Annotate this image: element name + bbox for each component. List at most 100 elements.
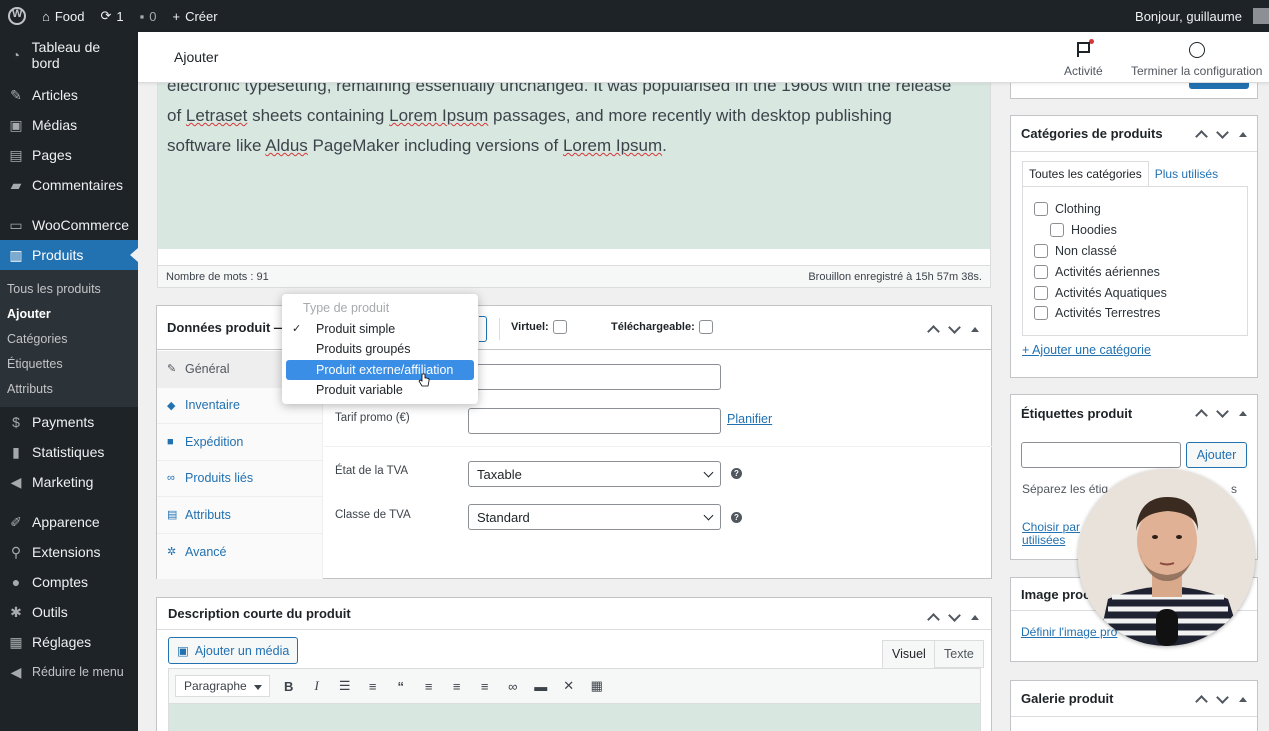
sidebar-item-appearance[interactable]: ✐ Apparence [0,507,138,537]
move-down-icon[interactable] [1216,690,1229,704]
user-account-link[interactable]: Bonjour, guillaume [1127,0,1269,32]
align-right-icon[interactable]: ≡ [476,679,494,694]
category-checkbox[interactable] [1034,306,1048,321]
move-down-icon[interactable] [1216,404,1229,418]
sidebar-item-products[interactable]: ▥ Produits [0,240,138,270]
category-item[interactable]: Non classé [1023,241,1247,262]
category-checkbox[interactable] [1034,264,1048,279]
collapse-toggle-icon[interactable] [1239,410,1247,416]
category-item[interactable]: Activités aériennes [1023,261,1247,282]
blockquote-icon[interactable]: “ [392,679,410,694]
sidebar-item-dashboard[interactable]: ◔ Tableau de bord [0,39,138,71]
help-icon[interactable]: ? [731,512,742,523]
move-down-icon[interactable] [948,608,961,622]
category-item[interactable]: Clothing [1023,199,1247,220]
schedule-link[interactable]: Planifier [727,412,772,426]
regular-price-input[interactable] [468,364,721,390]
category-checkbox[interactable] [1034,285,1048,300]
format-select[interactable]: Paragraphe [175,675,270,697]
toolbar-toggle-icon[interactable]: ▦ [588,678,606,694]
tab-linked-products[interactable]: ∞ Produits liés [157,461,322,497]
category-item[interactable]: Hoodies [1023,220,1247,241]
collapse-toggle-icon[interactable] [971,326,979,332]
updates-link[interactable]: ⟳ 1 [93,0,132,32]
comments-link[interactable]: ▪ 0 [132,0,165,32]
option-external-product[interactable]: Produit externe/affiliation [286,359,474,380]
option-grouped-product[interactable]: Produits groupés [282,339,478,360]
choose-most-used-link[interactable]: Choisir par utilisées [1022,521,1080,547]
sidebar-item-articles[interactable]: ✎ Articles [0,80,138,110]
italic-icon[interactable]: I [308,678,326,694]
collapse-toggle-icon[interactable] [971,614,979,620]
tab-all-categories[interactable]: Toutes les catégories [1022,161,1149,187]
add-tag-button[interactable]: Ajouter [1186,442,1247,468]
content-editor[interactable]: electronic typesetting, remaining essent… [157,83,991,249]
short-description-editor[interactable] [168,704,981,731]
tab-attributes[interactable]: ▤ Attributs [157,497,322,534]
sidebar-item-marketing[interactable]: ◀ Marketing [0,467,138,497]
category-item[interactable]: Activités Terrestres [1023,303,1247,324]
downloadable-checkbox[interactable] [698,320,713,334]
sidebar-item-media[interactable]: ▣ Médias [0,110,138,140]
tab-visual[interactable]: Visuel [882,640,936,668]
align-left-icon[interactable]: ≡ [420,679,438,694]
set-image-link[interactable]: Définir l'image pro [1021,625,1117,639]
submenu-add-product[interactable]: Ajouter [0,301,138,326]
add-media-button[interactable]: ▣ Ajouter un média [168,637,299,664]
sidebar-item-users[interactable]: ● Comptes [0,567,138,597]
submenu-categories[interactable]: Catégories [0,326,138,351]
sidebar-item-settings[interactable]: ▦ Réglages [0,627,138,657]
submenu-tags[interactable]: Étiquettes [0,351,138,376]
move-up-icon[interactable] [927,613,940,626]
wordpress-logo-button[interactable] [0,0,34,32]
sidebar-item-pages[interactable]: ▤ Pages [0,140,138,170]
tab-shipping[interactable]: ■ Expédition [157,424,322,461]
finish-setup-button[interactable]: Terminer la configuration [1131,40,1262,78]
collapse-menu-button[interactable]: ◀ Réduire le menu [0,657,138,687]
move-up-icon[interactable] [1195,130,1208,143]
sidebar-item-tools[interactable]: ✱ Outils [0,597,138,627]
fullscreen-icon[interactable]: ✕ [560,678,578,694]
publish-button[interactable] [1189,83,1249,89]
category-item[interactable]: Activités Aquatiques [1023,282,1247,303]
read-more-icon[interactable]: ▬ [532,679,550,694]
activity-button[interactable]: Activité [1064,39,1103,78]
tax-status-select[interactable]: Taxable [468,461,721,487]
option-variable-product[interactable]: Produit variable [282,380,478,401]
sale-price-input[interactable] [468,408,721,434]
sidebar-item-woocommerce[interactable]: ▭ WooCommerce [0,210,138,240]
numbered-list-icon[interactable]: ≡ [364,679,382,694]
product-type-select[interactable] [479,316,487,342]
virtual-checkbox-label[interactable]: Virtuel: [511,320,567,334]
move-up-icon[interactable] [1195,695,1208,708]
tag-input[interactable] [1021,442,1181,468]
virtual-checkbox[interactable] [552,320,567,334]
tab-text[interactable]: Texte [934,640,984,668]
site-name-link[interactable]: ⌂ Food [34,0,93,32]
tax-class-select[interactable]: Standard [468,504,721,530]
sidebar-item-statistics[interactable]: ▮ Statistiques [0,437,138,467]
tab-advanced[interactable]: ✲ Avancé [157,534,322,571]
sidebar-item-comments[interactable]: ▰ Commentaires [0,170,138,200]
add-category-link[interactable]: + Ajouter une catégorie [1022,343,1151,357]
submenu-all-products[interactable]: Tous les produits [0,276,138,301]
move-up-icon[interactable] [1195,409,1208,422]
category-checkbox[interactable] [1050,223,1064,238]
submenu-attributes[interactable]: Attributs [0,376,138,401]
category-checkbox[interactable] [1034,243,1048,258]
align-center-icon[interactable]: ≡ [448,679,466,694]
new-content-link[interactable]: + Créer [164,0,225,32]
bold-icon[interactable]: B [280,679,298,694]
sidebar-item-plugins[interactable]: ⚲ Extensions [0,537,138,567]
collapse-toggle-icon[interactable] [1239,696,1247,702]
sidebar-item-payments[interactable]: $ Payments [0,407,138,437]
bullet-list-icon[interactable]: ☰ [336,678,354,694]
downloadable-checkbox-label[interactable]: Téléchargeable: [611,320,713,334]
move-down-icon[interactable] [1216,125,1229,139]
move-up-icon[interactable] [927,325,940,338]
link-icon[interactable]: ∞ [504,679,522,694]
collapse-toggle-icon[interactable] [1239,131,1247,137]
tab-most-used[interactable]: Plus utilisés [1149,161,1224,187]
category-checkbox[interactable] [1034,202,1048,217]
help-icon[interactable]: ? [731,468,742,479]
